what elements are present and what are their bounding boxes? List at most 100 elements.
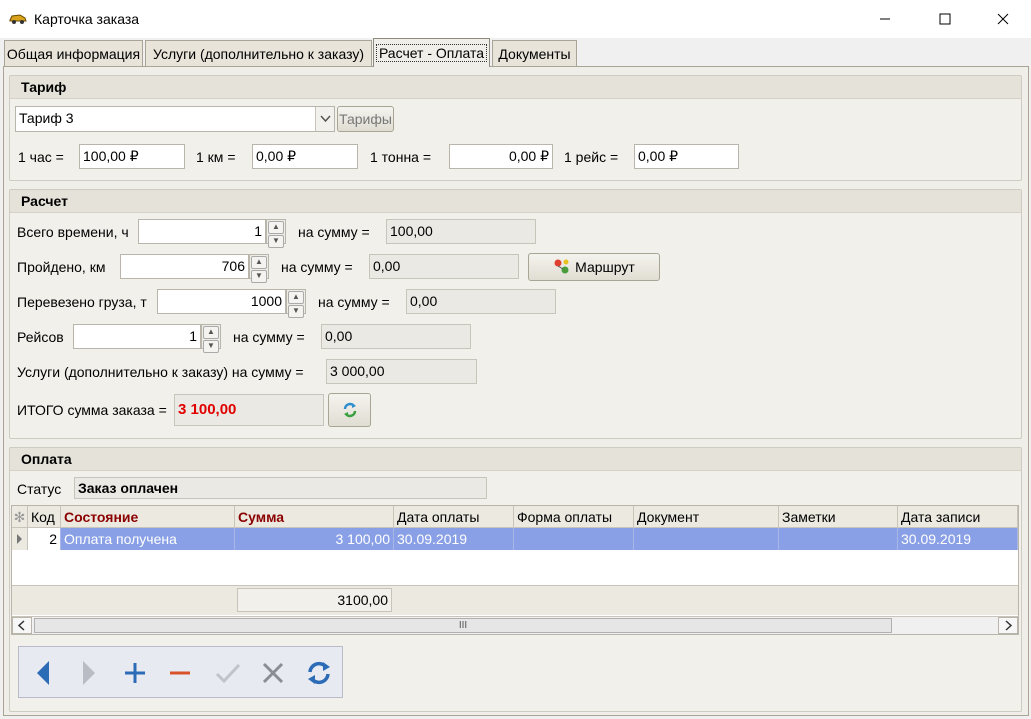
- table-footer: [12, 585, 1018, 615]
- table-cell-record-date[interactable]: 30.09.2019: [898, 528, 1018, 550]
- next-record-button[interactable]: [73, 657, 105, 689]
- rate-km-field[interactable]: 0,00 ₽: [252, 144, 358, 169]
- services-sum-label: Услуги (дополнительно к заказу) на сумму…: [17, 364, 304, 380]
- minimize-icon: [880, 18, 890, 20]
- rate-trip-field[interactable]: 0,00 ₽: [634, 144, 739, 169]
- rate-ton-label: 1 тонна =: [370, 149, 432, 165]
- add-record-button[interactable]: [119, 657, 151, 689]
- confirm-button[interactable]: [212, 657, 244, 689]
- rate-hour-field[interactable]: 100,00 ₽: [79, 144, 185, 169]
- refresh-button[interactable]: [303, 657, 335, 689]
- trips-label: Рейсов: [17, 329, 64, 345]
- route-button[interactable]: Маршрут: [528, 253, 660, 281]
- cargo-sum-label: на сумму =: [318, 294, 390, 310]
- scroll-thumb[interactable]: III: [34, 618, 892, 633]
- delete-icon: [170, 671, 190, 675]
- scroll-right-button[interactable]: [998, 617, 1018, 634]
- next-icon: [83, 661, 95, 685]
- services-sum-field: 3 000,00: [326, 359, 477, 384]
- down-arrow-icon[interactable]: ▼: [203, 340, 219, 353]
- total-label: ИТОГО сумма заказа =: [17, 402, 167, 418]
- trips-sum-field: 0,00: [321, 324, 471, 349]
- status-label: Статус: [17, 481, 62, 497]
- distance-sum-field: 0,00: [369, 254, 519, 279]
- distance-sum-label: на сумму =: [281, 259, 353, 275]
- tariffs-button[interactable]: Тарифы: [337, 106, 394, 132]
- column-header-pay-form[interactable]: Форма оплаты: [514, 506, 634, 528]
- column-header-document[interactable]: Документ: [634, 506, 779, 528]
- up-arrow-icon[interactable]: ▲: [203, 326, 219, 339]
- scroll-left-button[interactable]: [12, 617, 32, 634]
- chevron-right-icon: [1005, 620, 1013, 631]
- down-arrow-icon[interactable]: ▼: [251, 270, 267, 283]
- tab-calc-payment[interactable]: Расчет - Оплата: [373, 38, 490, 67]
- recalculate-icon: [343, 402, 356, 418]
- cargo-label: Перевезено груза, т: [17, 294, 147, 310]
- time-sum-label: на сумму =: [298, 224, 370, 240]
- up-arrow-icon[interactable]: ▲: [288, 291, 304, 304]
- footer-sum: 3100,00: [237, 588, 392, 612]
- total-time-stepper[interactable]: ▲ ▼: [266, 219, 286, 248]
- title-bar: Карточка заказа: [0, 0, 1031, 38]
- rate-km-label: 1 км =: [196, 149, 236, 165]
- chevron-left-icon: [17, 620, 25, 631]
- rate-ton-field[interactable]: 0,00 ₽: [449, 144, 553, 169]
- trips-stepper[interactable]: ▲ ▼: [201, 324, 221, 353]
- table-cell-pay-form[interactable]: [514, 528, 634, 550]
- delete-record-button[interactable]: [164, 657, 196, 689]
- tariff-heading: Тариф: [10, 76, 1021, 99]
- payments-table: ✻ Код Состояние Сумма Дата оплаты Форма …: [11, 505, 1019, 635]
- table-cell-document[interactable]: [634, 528, 779, 550]
- recalculate-button[interactable]: [328, 393, 371, 427]
- route-map-icon: [554, 259, 569, 274]
- time-sum-field: 100,00: [386, 219, 536, 244]
- minimize-button[interactable]: [862, 0, 908, 38]
- tariff-select[interactable]: Тариф 3: [15, 106, 335, 132]
- current-row-icon: [12, 528, 28, 550]
- prev-record-button[interactable]: [27, 657, 59, 689]
- distance-field[interactable]: 706: [120, 254, 249, 279]
- tariff-dropdown-button[interactable]: [315, 107, 334, 131]
- column-header-state[interactable]: Состояние: [61, 506, 235, 528]
- total-time-label: Всего времени, ч: [17, 224, 129, 240]
- status-field: Заказ оплачен: [74, 477, 487, 499]
- refresh-icon: [308, 661, 330, 685]
- column-header-code[interactable]: Код: [28, 506, 61, 528]
- rate-hour-label: 1 час =: [18, 149, 64, 165]
- chevron-down-icon: [320, 115, 331, 123]
- car-app-icon: [9, 14, 27, 24]
- table-cell-code[interactable]: 2: [28, 528, 61, 550]
- cancel-button[interactable]: [257, 657, 289, 689]
- column-header-sum[interactable]: Сумма: [235, 506, 394, 528]
- horizontal-scrollbar[interactable]: III: [12, 616, 1018, 634]
- tab-services[interactable]: Услуги (дополнительно к заказу): [145, 40, 372, 66]
- prev-icon: [37, 661, 49, 685]
- table-cell-state[interactable]: Оплата получена: [61, 528, 235, 550]
- trips-field[interactable]: 1: [73, 324, 201, 349]
- calc-heading: Расчет: [10, 190, 1021, 213]
- distance-stepper[interactable]: ▲ ▼: [249, 254, 269, 283]
- table-cell-notes[interactable]: [779, 528, 898, 550]
- maximize-button[interactable]: [922, 0, 968, 38]
- down-arrow-icon[interactable]: ▼: [288, 305, 304, 318]
- up-arrow-icon[interactable]: ▲: [251, 256, 267, 269]
- cargo-stepper[interactable]: ▲ ▼: [286, 289, 306, 318]
- row-indicator-header: ✻: [12, 506, 28, 528]
- window-title: Карточка заказа: [34, 11, 140, 27]
- cargo-sum-field: 0,00: [406, 289, 556, 314]
- column-header-notes[interactable]: Заметки: [779, 506, 898, 528]
- tab-documents[interactable]: Документы: [492, 40, 577, 66]
- distance-label: Пройдено, км: [17, 259, 106, 275]
- table-cell-sum[interactable]: 3 100,00: [235, 528, 394, 550]
- close-button[interactable]: [980, 0, 1026, 38]
- column-header-pay-date[interactable]: Дата оплаты: [394, 506, 514, 528]
- down-arrow-icon[interactable]: ▼: [268, 235, 284, 248]
- cargo-field[interactable]: 1000: [157, 289, 286, 314]
- column-header-record-date[interactable]: Дата записи: [898, 506, 1018, 528]
- total-time-field[interactable]: 1: [138, 219, 266, 244]
- up-arrow-icon[interactable]: ▲: [268, 221, 284, 234]
- tab-general[interactable]: Общая информация: [4, 40, 143, 66]
- row-pointer-icon: [17, 534, 22, 544]
- table-cell-pay-date[interactable]: 30.09.2019: [394, 528, 514, 550]
- trips-sum-label: на сумму =: [233, 329, 305, 345]
